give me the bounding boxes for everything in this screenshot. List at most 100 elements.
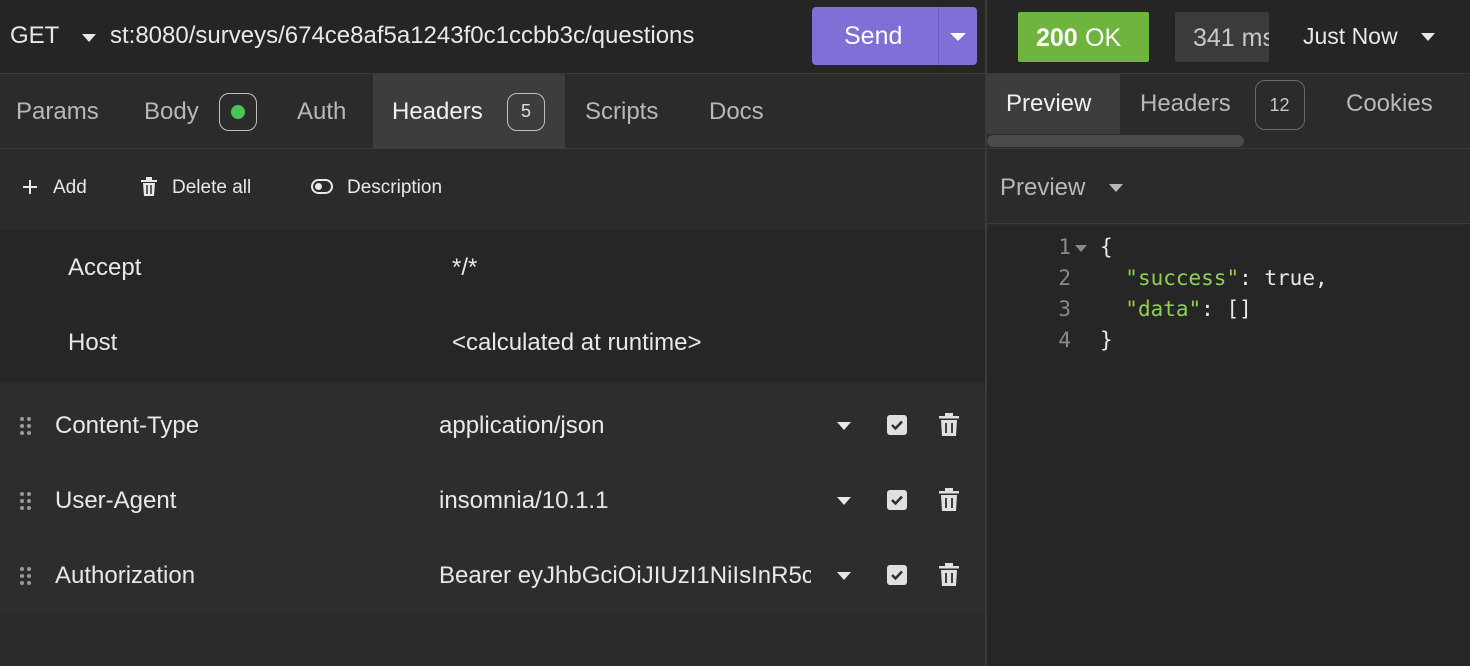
status-code: 200 (1036, 24, 1078, 52)
default-header-value: <calculated at runtime> (452, 329, 702, 356)
header-name-input[interactable]: User-Agent (55, 487, 176, 515)
header-name-input[interactable]: Authorization (55, 562, 195, 590)
tab-params[interactable]: Params (0, 74, 125, 149)
header-enabled-checkbox[interactable] (887, 565, 907, 585)
code-line: "data": [] (1100, 297, 1252, 321)
default-header-row: Accept */* (0, 230, 985, 305)
tab-auth-label: Auth (297, 98, 347, 125)
line-number: 1 (1058, 235, 1071, 259)
json-value: true, (1264, 266, 1328, 290)
tab-scripts-label: Scripts (585, 98, 659, 125)
code-line: } (1100, 328, 1113, 352)
drag-handle-icon[interactable] (19, 491, 33, 511)
toggle-icon (311, 179, 333, 194)
default-header-row: Host <calculated at runtime> (0, 305, 985, 380)
request-tabs: Params Body Auth Headers 5 Scripts Docs (0, 74, 985, 149)
tab-response-headers-label: Headers (1140, 90, 1231, 117)
headers-count-badge: 5 (507, 93, 545, 131)
tab-cookies[interactable]: Cookies (1314, 74, 1470, 134)
response-headers-count: 12 (1269, 95, 1290, 115)
send-button[interactable]: Send (812, 7, 977, 65)
headers-count: 5 (520, 101, 531, 121)
tab-headers-label: Headers (392, 98, 483, 125)
line-number: 4 (1058, 328, 1071, 352)
code-line: { (1100, 235, 1113, 259)
description-label: Description (347, 177, 443, 198)
tab-auth[interactable]: Auth (278, 74, 373, 149)
response-time-badge: 341 ms (1175, 12, 1269, 62)
drag-handle-icon[interactable] (19, 416, 33, 436)
header-enabled-checkbox[interactable] (887, 415, 907, 435)
default-headers: Accept */* Host <calculated at runtime> (0, 230, 985, 382)
header-options-chevron-down-icon[interactable] (837, 572, 851, 580)
brace-close: } (1100, 328, 1113, 352)
delete-header-trash-icon[interactable] (938, 563, 960, 587)
status-text: OK (1085, 24, 1122, 52)
response-headers-count-badge: 12 (1255, 80, 1305, 130)
preview-mode-bar: Preview (987, 150, 1470, 224)
header-options-chevron-down-icon[interactable] (837, 497, 851, 505)
tab-preview[interactable]: Preview (987, 74, 1120, 134)
response-time: 341 ms (1193, 24, 1269, 52)
header-options-chevron-down-icon[interactable] (837, 422, 851, 430)
body-status-badge (219, 93, 257, 131)
tab-docs[interactable]: Docs (689, 74, 789, 149)
json-value: [] (1226, 297, 1252, 321)
header-name-input[interactable]: Content-Type (55, 412, 199, 440)
header-row: Authorization Bearer eyJhbGciOiJIUzI1NiI… (0, 538, 985, 613)
tab-docs-label: Docs (709, 98, 764, 125)
fold-chevron-down-icon[interactable] (1075, 245, 1087, 252)
preview-mode-chevron-down-icon[interactable] (1109, 184, 1123, 192)
url-input[interactable]: st:8080/surveys/674ce8af5a1243f0c1ccbb3c… (110, 22, 792, 50)
headers-toolbar: Add Delete all Description (0, 150, 985, 225)
default-header-value: */* (452, 254, 478, 281)
json-colon: : (1239, 266, 1265, 290)
tab-headers[interactable]: Headers 5 (373, 74, 565, 149)
preview-mode-dropdown[interactable]: Preview (1000, 174, 1085, 202)
header-value-input[interactable]: Bearer eyJhbGciOiJIUzI1NiIsInR5cCI6IkpXV… (439, 562, 811, 590)
response-body[interactable]: { "success": true, "data": [] } (1092, 225, 1470, 666)
tab-preview-label: Preview (1006, 90, 1092, 117)
plus-icon (23, 180, 37, 194)
tab-scripts[interactable]: Scripts (565, 74, 689, 149)
header-enabled-checkbox[interactable] (887, 490, 907, 510)
send-divider (938, 7, 939, 65)
drag-handle-icon[interactable] (19, 566, 33, 586)
delete-all-label: Delete all (172, 177, 252, 198)
tab-body[interactable]: Body (125, 74, 278, 149)
method-chevron-down-icon[interactable] (82, 34, 96, 42)
method-select[interactable]: GET (10, 22, 59, 50)
line-number-gutter: 1 2 3 4 (987, 225, 1092, 666)
send-button-label: Send (844, 22, 903, 50)
url-bar: GET st:8080/surveys/674ce8af5a1243f0c1cc… (0, 0, 1470, 74)
tabs-scrollbar[interactable] (987, 135, 1244, 147)
header-row: User-Agent insomnia/10.1.1 (0, 463, 985, 538)
line-number: 2 (1058, 266, 1071, 290)
header-value-input[interactable]: application/json (439, 412, 811, 440)
json-key: "data" (1125, 297, 1202, 321)
status-badge: 200 OK (1018, 12, 1149, 62)
send-options-chevron-down-icon[interactable] (950, 33, 966, 41)
delete-header-trash-icon[interactable] (938, 413, 960, 437)
add-label: Add (53, 177, 87, 198)
json-colon: : (1201, 297, 1227, 321)
response-tabs: Preview Headers 12 Cookies (987, 74, 1470, 149)
body-active-dot-icon (231, 105, 245, 119)
tab-body-label: Body (144, 98, 199, 125)
line-number: 3 (1058, 297, 1071, 321)
default-header-name: Accept (68, 254, 142, 281)
tab-params-label: Params (16, 98, 99, 125)
default-header-name: Host (68, 329, 118, 356)
history-chevron-down-icon[interactable] (1421, 33, 1435, 41)
json-key: "success" (1125, 266, 1240, 290)
code-line: "success": true, (1100, 266, 1328, 290)
headers-table: Content-Type application/json User-Agent… (0, 388, 985, 613)
tab-response-headers[interactable]: Headers 12 (1120, 74, 1314, 134)
tab-cookies-label: Cookies (1346, 90, 1433, 117)
header-value-input[interactable]: insomnia/10.1.1 (439, 487, 811, 515)
history-dropdown[interactable]: Just Now (1303, 23, 1398, 50)
delete-header-trash-icon[interactable] (938, 488, 960, 512)
header-row: Content-Type application/json (0, 388, 985, 463)
trash-icon (141, 177, 157, 196)
brace-open: { (1100, 235, 1113, 259)
